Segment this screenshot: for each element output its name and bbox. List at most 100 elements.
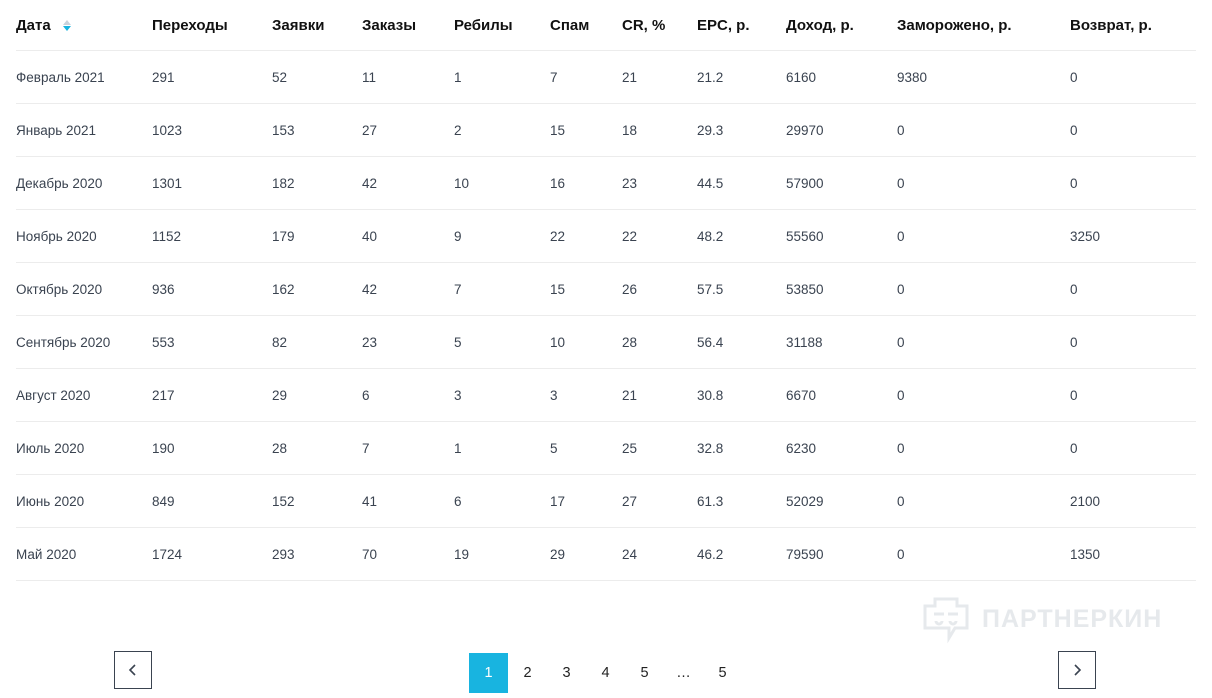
cell-clicks: 849 [152,474,272,528]
column-header-clicks[interactable]: Переходы [152,0,272,51]
cell-orders: 27 [362,103,454,157]
cell-clicks: 1023 [152,103,272,157]
column-header-frozen[interactable]: Заморожено, р. [897,0,1070,51]
cell-leads: 52 [272,50,362,104]
cell-date: Сентябрь 2020 [16,315,152,369]
column-header-leads[interactable]: Заявки [272,0,362,51]
cell-date: Февраль 2021 [16,50,152,104]
column-header-cr[interactable]: CR, % [622,0,697,51]
cell-clicks: 291 [152,50,272,104]
cell-clicks: 1301 [152,156,272,210]
column-header-orders[interactable]: Заказы [362,0,454,51]
cell-income: 6230 [786,421,897,475]
next-page-button[interactable] [1058,651,1096,689]
header-row: Дата Переходы Заявки Заказы Ребилы Спам … [16,0,1196,51]
watermark-text: ПАРТНЕРКИН [982,604,1163,633]
cell-leads: 182 [272,156,362,210]
cell-cr: 21 [622,50,697,104]
cell-cr: 26 [622,262,697,316]
cell-leads: 293 [272,527,362,581]
stats-table-container: Дата Переходы Заявки Заказы Ребилы Спам … [16,0,1196,581]
cell-frozen: 0 [897,262,1070,316]
cell-spam: 16 [550,156,622,210]
cell-cr: 18 [622,103,697,157]
column-header-date[interactable]: Дата [16,0,152,51]
cell-frozen: 0 [897,209,1070,263]
cell-rebills: 1 [454,421,550,475]
cell-epc: 29.3 [697,103,786,157]
cell-frozen: 0 [897,315,1070,369]
table-row: Январь 2021 1023 153 27 2 15 18 29.3 29970 0 0 [16,103,1196,157]
cell-epc: 57.5 [697,262,786,316]
cell-date: Ноябрь 2020 [16,209,152,263]
table-row: Февраль 2021 291 52 11 1 7 21 21.2 6160 9380 0 [16,50,1196,104]
cell-orders: 70 [362,527,454,581]
stats-table: Дата Переходы Заявки Заказы Ребилы Спам … [16,0,1196,581]
cell-refund: 3250 [1070,209,1196,263]
cell-epc: 61.3 [697,474,786,528]
prev-page-button[interactable] [114,651,152,689]
cell-frozen: 0 [897,474,1070,528]
cell-income: 6160 [786,50,897,104]
cell-cr: 24 [622,527,697,581]
cell-spam: 10 [550,315,622,369]
cell-orders: 42 [362,156,454,210]
cell-spam: 3 [550,368,622,422]
cell-epc: 48.2 [697,209,786,263]
cell-frozen: 0 [897,368,1070,422]
column-header-refund[interactable]: Возврат, р. [1070,0,1196,51]
column-header-epc[interactable]: EPC, р. [697,0,786,51]
cell-leads: 152 [272,474,362,528]
partnerkin-logo-icon [923,597,969,644]
cell-frozen: 9380 [897,50,1070,104]
cell-clicks: 217 [152,368,272,422]
page-button[interactable]: 4 [586,653,625,693]
cell-rebills: 5 [454,315,550,369]
cell-leads: 162 [272,262,362,316]
cell-spam: 15 [550,103,622,157]
cell-leads: 28 [272,421,362,475]
cell-epc: 30.8 [697,368,786,422]
cell-leads: 179 [272,209,362,263]
table-row: Май 2020 1724 293 70 19 29 24 46.2 79590 0 1350 [16,527,1196,581]
table-body: Февраль 2021 291 52 11 1 7 21 21.2 6160 9380 0 Янва… [16,50,1196,581]
table-row: Август 2020 217 29 6 3 3 21 30.8 6670 0 0 [16,368,1196,422]
page-button-current[interactable]: 1 [469,653,508,693]
cell-date: Декабрь 2020 [16,156,152,210]
cell-income: 57900 [786,156,897,210]
column-header-rebills[interactable]: Ребилы [454,0,550,51]
cell-rebills: 19 [454,527,550,581]
sort-icon[interactable] [62,20,71,32]
pagination-ellipsis: … [676,665,691,681]
cell-rebills: 10 [454,156,550,210]
column-header-income[interactable]: Доход, р. [786,0,897,51]
cell-frozen: 0 [897,421,1070,475]
cell-orders: 7 [362,421,454,475]
cell-spam: 29 [550,527,622,581]
cell-frozen: 0 [897,527,1070,581]
page-button[interactable]: 5 [625,653,664,693]
sort-asc-icon [62,20,71,26]
cell-cr: 23 [622,156,697,210]
page-button[interactable]: 5 [703,653,742,693]
cell-date: Июль 2020 [16,421,152,475]
cell-income: 31188 [786,315,897,369]
cell-refund: 0 [1070,368,1196,422]
cell-rebills: 7 [454,262,550,316]
cell-income: 53850 [786,262,897,316]
page-button[interactable]: 2 [508,653,547,693]
page-button[interactable]: 3 [547,653,586,693]
table-row: Сентябрь 2020 553 82 23 5 10 28 56.4 31188 0 0 [16,315,1196,369]
cell-cr: 27 [622,474,697,528]
cell-frozen: 0 [897,156,1070,210]
cell-orders: 6 [362,368,454,422]
cell-cr: 28 [622,315,697,369]
column-header-spam[interactable]: Спам [550,0,622,51]
sort-desc-icon [62,26,71,32]
cell-rebills: 3 [454,368,550,422]
table-row: Октябрь 2020 936 162 42 7 15 26 57.5 53850 0 0 [16,262,1196,316]
table-row: Декабрь 2020 1301 182 42 10 16 23 44.5 57900 0 0 [16,156,1196,210]
table-row: Июль 2020 190 28 7 1 5 25 32.8 6230 0 0 [16,421,1196,475]
cell-spam: 15 [550,262,622,316]
cell-date: Июнь 2020 [16,474,152,528]
